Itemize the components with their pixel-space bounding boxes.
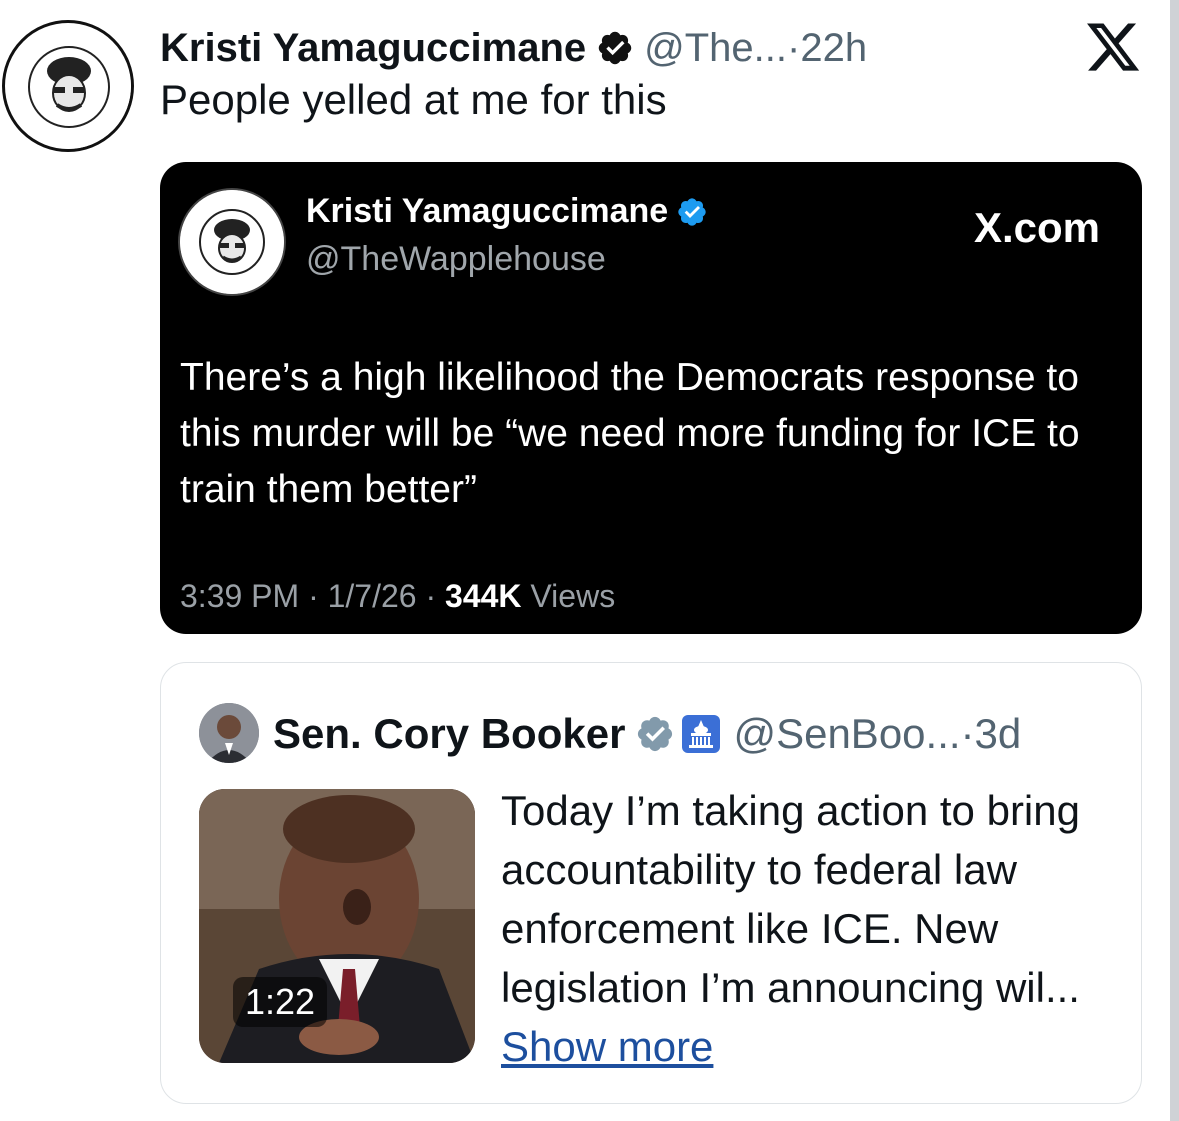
quoted-post-text: Today I’m taking action to bring account… xyxy=(501,787,1080,1070)
embedded-author-name: Kristi Yamaguccimane xyxy=(306,192,708,231)
scroll-edge xyxy=(1170,0,1179,1121)
show-more-link[interactable]: Show more xyxy=(501,1023,713,1070)
x-brand-label: X.com xyxy=(973,204,1100,251)
embedded-tweet-meta: 3:39 PM · 1/7/26 · 344K Views xyxy=(180,578,616,614)
grey-verified-badge-icon xyxy=(638,716,673,752)
quoted-author-handle[interactable]: @SenBoo...·3d xyxy=(733,710,1021,758)
quoted-post-card[interactable]: Sen. Cory Booker @SenBoo...·3d 1:22 Toda… xyxy=(160,662,1142,1104)
profile-avatar[interactable] xyxy=(2,20,134,152)
quoted-author-name[interactable]: Sen. Cory Booker xyxy=(273,710,625,758)
embedded-tweet-card[interactable]: Kristi Yamaguccimane @TheWapplehouse X.c… xyxy=(160,162,1142,634)
tweet-header: Kristi Yamaguccimane @The...·22h xyxy=(160,18,867,78)
tweet-text: People yelled at me for this xyxy=(160,76,667,123)
x-logo-icon[interactable] xyxy=(1084,18,1142,76)
video-duration: 1:22 xyxy=(233,977,328,1027)
author-handle[interactable]: @The...·22h xyxy=(644,26,867,71)
verified-badge-icon xyxy=(678,197,706,226)
quoted-post-header: Sen. Cory Booker @SenBoo...·3d xyxy=(273,703,1021,765)
author-name[interactable]: Kristi Yamaguccimane xyxy=(160,26,586,71)
government-building-icon xyxy=(682,715,721,753)
embedded-author-handle: @TheWapplehouse xyxy=(306,240,606,278)
embedded-avatar xyxy=(178,188,286,296)
verified-badge-icon xyxy=(598,31,632,65)
quoted-author-avatar[interactable] xyxy=(199,703,259,763)
embedded-tweet-text: There’s a high likelihood the Democrats … xyxy=(180,356,1080,511)
video-thumbnail[interactable]: 1:22 xyxy=(199,789,475,1063)
